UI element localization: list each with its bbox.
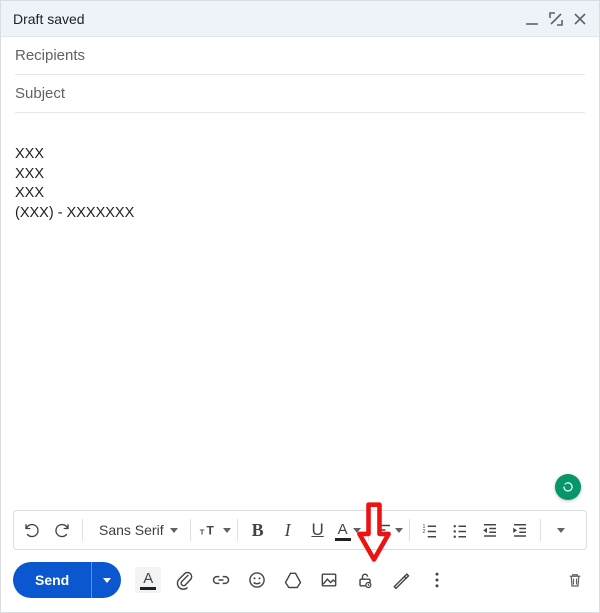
formatting-options-button[interactable]: A bbox=[135, 567, 161, 593]
separator bbox=[237, 519, 238, 541]
compose-window: Draft saved Recipients Subject XXX XXX X… bbox=[0, 0, 600, 613]
compose-tools: A bbox=[135, 567, 587, 593]
minimize-icon[interactable] bbox=[525, 12, 539, 26]
chevron-down-icon bbox=[170, 528, 178, 533]
grammarly-status-icon[interactable] bbox=[555, 474, 581, 500]
subject-placeholder: Subject bbox=[15, 85, 65, 102]
svg-text:2: 2 bbox=[422, 529, 425, 535]
send-button[interactable]: Send bbox=[13, 562, 91, 598]
compose-title: Draft saved bbox=[13, 11, 85, 27]
formatting-toolbar: Sans Serif TT B I U A 12 bbox=[13, 510, 587, 550]
separator bbox=[368, 519, 369, 541]
insert-signature-icon[interactable] bbox=[389, 568, 413, 592]
more-options-icon[interactable] bbox=[425, 568, 449, 592]
more-formatting-dropdown[interactable] bbox=[547, 515, 575, 545]
chevron-down-icon bbox=[557, 528, 565, 533]
redo-button[interactable] bbox=[48, 515, 76, 545]
font-family-dropdown[interactable]: Sans Serif bbox=[89, 515, 184, 545]
recipients-field[interactable]: Recipients bbox=[15, 37, 585, 75]
send-group: Send bbox=[13, 562, 121, 598]
send-row: Send A bbox=[1, 558, 599, 612]
separator bbox=[82, 519, 83, 541]
discard-draft-icon[interactable] bbox=[563, 568, 587, 592]
subject-field[interactable]: Subject bbox=[15, 75, 585, 113]
insert-link-icon[interactable] bbox=[209, 568, 233, 592]
compose-header: Draft saved bbox=[1, 1, 599, 37]
attach-file-icon[interactable] bbox=[173, 568, 197, 592]
font-size-dropdown[interactable]: TT bbox=[197, 515, 231, 545]
fullscreen-icon[interactable] bbox=[549, 12, 563, 26]
insert-photo-icon[interactable] bbox=[317, 568, 341, 592]
align-dropdown[interactable] bbox=[375, 515, 403, 545]
close-icon[interactable] bbox=[573, 12, 587, 26]
insert-emoji-icon[interactable] bbox=[245, 568, 269, 592]
svg-text:T: T bbox=[199, 528, 204, 537]
header-controls bbox=[525, 12, 587, 26]
italic-button[interactable]: I bbox=[274, 515, 302, 545]
svg-text:T: T bbox=[206, 524, 214, 538]
insert-drive-icon[interactable] bbox=[281, 568, 305, 592]
separator bbox=[190, 519, 191, 541]
send-options-dropdown[interactable] bbox=[91, 562, 121, 598]
fields-area: Recipients Subject bbox=[1, 37, 599, 113]
recipients-placeholder: Recipients bbox=[15, 47, 85, 64]
undo-button[interactable] bbox=[18, 515, 46, 545]
chevron-down-icon bbox=[103, 578, 111, 583]
bold-button[interactable]: B bbox=[244, 515, 272, 545]
chevron-down-icon bbox=[223, 528, 231, 533]
separator bbox=[540, 519, 541, 541]
bulleted-list-button[interactable] bbox=[446, 515, 474, 545]
confidential-mode-icon[interactable] bbox=[353, 568, 377, 592]
indent-less-button[interactable] bbox=[476, 515, 504, 545]
numbered-list-button[interactable]: 12 bbox=[416, 515, 444, 545]
underline-button[interactable]: U bbox=[304, 515, 332, 545]
indent-more-button[interactable] bbox=[506, 515, 534, 545]
chevron-down-icon bbox=[395, 528, 403, 533]
message-body[interactable]: XXX XXX XXX (XXX) - XXXXXXX bbox=[1, 113, 599, 510]
chevron-down-icon bbox=[353, 528, 361, 533]
font-family-label: Sans Serif bbox=[99, 522, 164, 538]
text-color-dropdown[interactable]: A bbox=[334, 515, 362, 545]
separator bbox=[409, 519, 410, 541]
